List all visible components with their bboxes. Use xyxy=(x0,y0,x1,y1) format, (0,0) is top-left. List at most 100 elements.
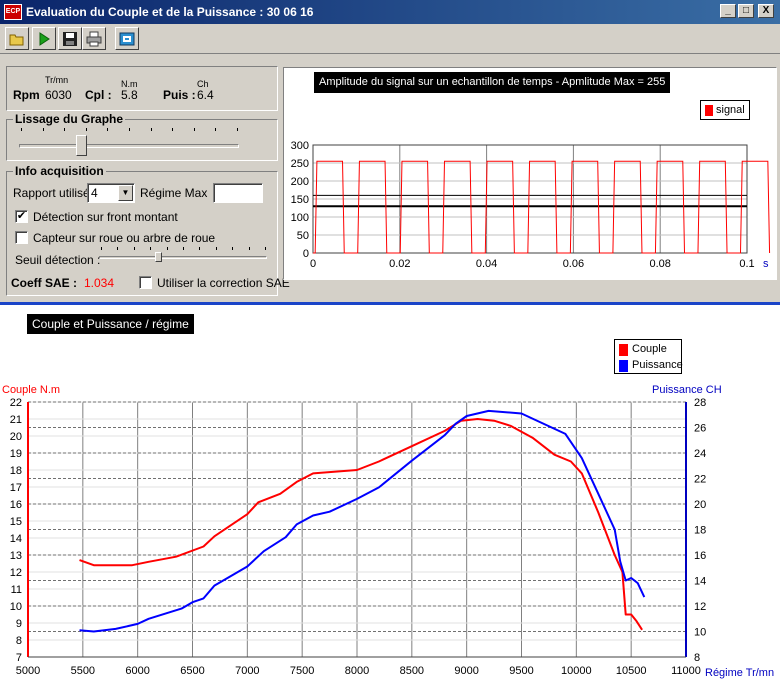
signal-x-tick-label: 0.08 xyxy=(649,258,670,270)
export-button[interactable] xyxy=(115,27,139,50)
signal-chart-panel: Amplitude du signal sur un echantillon d… xyxy=(283,67,777,280)
slider-tick xyxy=(215,247,217,250)
open-button[interactable] xyxy=(5,27,29,50)
main-y-tick-label: 12 xyxy=(10,567,22,579)
slider-tick xyxy=(101,247,102,250)
main-y-tick-label: 13 xyxy=(10,550,22,562)
main-y2-tick-label: 28 xyxy=(694,397,706,409)
signal-y-tick-label: 300 xyxy=(291,140,309,152)
main-y2-tick-label: 22 xyxy=(694,474,706,486)
save-disk-icon xyxy=(63,32,77,46)
signal-x-tick-label: 0.06 xyxy=(563,258,584,270)
print-button[interactable] xyxy=(82,27,106,50)
smoothing-title: Lissage du Graphe xyxy=(13,112,126,126)
main-y2-tick-label: 14 xyxy=(694,576,706,588)
chevron-down-icon[interactable]: ▼ xyxy=(118,185,133,201)
capteur-checkbox[interactable] xyxy=(15,231,28,244)
regime-max-input[interactable] xyxy=(213,183,263,203)
main-x-tick-label: 8500 xyxy=(400,665,424,677)
main-x-tick-label: 8000 xyxy=(345,665,369,677)
acquisition-group: Info acquisition Rapport utilisé 4 ▼ Rég… xyxy=(6,164,290,296)
open-folder-icon xyxy=(9,34,24,46)
checkmark-icon: ✔ xyxy=(16,210,27,222)
rpm-unit: Tr/mn xyxy=(45,75,69,85)
save-button[interactable] xyxy=(58,27,82,50)
slider-tick xyxy=(248,247,250,250)
main-x-tick-label: 5000 xyxy=(16,665,40,677)
signal-x-unit: s xyxy=(763,258,769,270)
signal-x-tick-label: 0.02 xyxy=(389,258,410,270)
signal-y-tick-label: 0 xyxy=(303,248,309,260)
readout-panel: Tr/mn Rpm 6030 N.m Cpl : 5.8 Ch Puis : 6… xyxy=(6,66,278,111)
rapport-value: 4 xyxy=(91,186,98,200)
regime-max-label: Régime Max xyxy=(140,186,208,200)
smoothing-slider-thumb[interactable] xyxy=(75,135,87,156)
signal-y-tick-label: 250 xyxy=(291,158,309,170)
rpm-label: Rpm xyxy=(13,88,40,102)
smoothing-group: Lissage du Graphe xyxy=(6,112,278,161)
main-y2-tick-label: 12 xyxy=(694,601,706,613)
rapport-label: Rapport utilisé xyxy=(13,186,90,200)
main-y2-tick-label: 26 xyxy=(694,423,706,435)
main-y-tick-label: 11 xyxy=(11,584,22,596)
slider-tick xyxy=(237,128,238,131)
main-y2-tick-label: 18 xyxy=(694,525,706,537)
main-y2-tick-label: 16 xyxy=(694,550,706,562)
main-y2-tick-label: 10 xyxy=(694,627,706,639)
seuil-slider-track[interactable] xyxy=(99,256,267,259)
slider-tick xyxy=(85,128,87,131)
minimize-button[interactable]: _ xyxy=(720,4,736,18)
slider-tick xyxy=(42,128,44,131)
coeff-sae-label: Coeff SAE : xyxy=(11,276,77,290)
slider-tick xyxy=(150,247,152,250)
main-y-tick-label: 16 xyxy=(10,499,22,511)
rpm-value: 6030 xyxy=(45,88,72,102)
title-bar: ECP Evaluation du Couple et de la Puissa… xyxy=(0,0,780,24)
slider-tick xyxy=(265,247,266,250)
slider-tick xyxy=(107,128,109,131)
signal-y-tick-label: 200 xyxy=(291,176,309,188)
signal-x-tick-label: 0 xyxy=(310,258,316,270)
cpl-label: Cpl : xyxy=(85,88,112,102)
slider-tick xyxy=(199,247,201,250)
front-montant-label: Détection sur front montant xyxy=(33,210,178,224)
play-icon xyxy=(39,32,50,46)
slider-tick xyxy=(150,128,152,131)
run-button[interactable] xyxy=(32,27,56,50)
export-icon xyxy=(119,32,135,46)
main-x-tick-label: 11000 xyxy=(671,665,701,677)
acquisition-title: Info acquisition xyxy=(13,164,106,178)
main-y-tick-label: 18 xyxy=(10,465,22,477)
couple-series-line xyxy=(79,418,643,631)
slider-tick xyxy=(21,128,22,131)
main-plot: 5000 5500 6000 6500 7000 7500 8000 8500 9000 9500… xyxy=(10,397,707,677)
slider-tick xyxy=(166,247,168,250)
correction-sae-checkbox[interactable] xyxy=(139,276,152,289)
main-x-tick-label: 10000 xyxy=(561,665,592,677)
main-x-tick-label: 7000 xyxy=(235,665,259,677)
main-y-tick-label: 17 xyxy=(10,482,22,494)
main-x-tick-label: 10500 xyxy=(616,665,647,677)
main-x-tick-label: 6500 xyxy=(180,665,204,677)
puis-label: Puis : xyxy=(163,88,196,102)
main-y-tick-label: 21 xyxy=(10,414,22,426)
slider-tick xyxy=(193,128,195,131)
smoothing-slider-track[interactable] xyxy=(19,144,239,148)
capteur-label: Capteur sur roue ou arbre de roue xyxy=(33,231,216,245)
maximize-button[interactable]: □ xyxy=(738,4,754,18)
front-montant-checkbox[interactable]: ✔ xyxy=(15,210,28,223)
main-y2-tick-label: 8 xyxy=(694,652,700,664)
main-y-tick-label: 8 xyxy=(16,635,22,647)
rapport-select[interactable]: 4 ▼ xyxy=(87,183,135,203)
main-y2-tick-label: 20 xyxy=(694,499,706,511)
close-button[interactable]: X xyxy=(758,4,774,18)
seuil-slider-thumb[interactable] xyxy=(155,252,162,262)
print-icon xyxy=(86,31,102,47)
slider-tick xyxy=(183,247,184,250)
signal-y-tick-label: 150 xyxy=(291,194,309,206)
main-x-tick-label: 9500 xyxy=(509,665,533,677)
main-x-tick-label: 9000 xyxy=(454,665,478,677)
torque-power-chart-panel: Couple et Puissance / régime Couple Puis… xyxy=(0,305,780,686)
main-y-tick-label: 19 xyxy=(10,448,22,460)
main-y-tick-label: 22 xyxy=(10,397,22,409)
